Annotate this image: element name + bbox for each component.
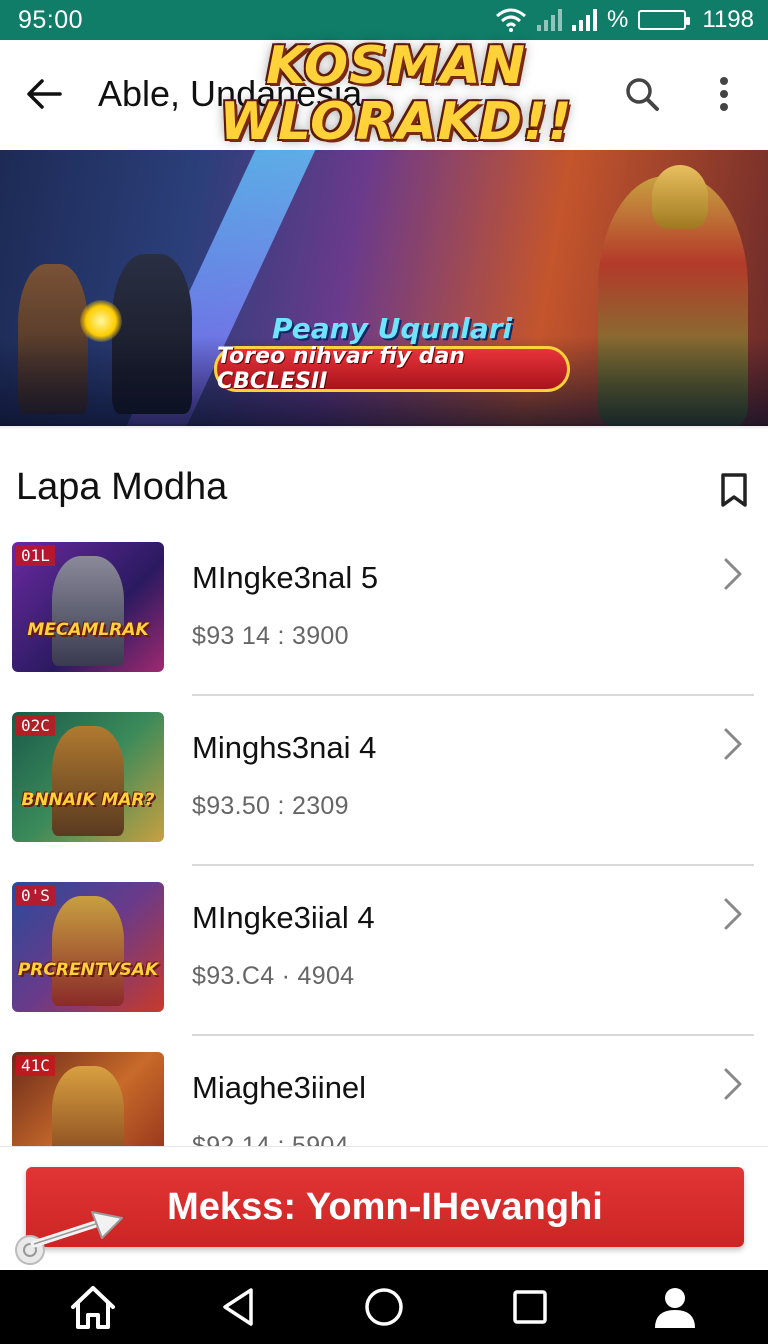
- item-title: MIngke3nal 5: [192, 560, 379, 595]
- thumbnail-badge: 01L: [16, 545, 55, 566]
- back-button[interactable]: [20, 70, 68, 118]
- item-thumbnail: 41C: [12, 1052, 164, 1146]
- system-nav-bar: [0, 1270, 768, 1344]
- bookmark-button[interactable]: [712, 468, 756, 512]
- thumbnail-hero: [52, 896, 124, 1006]
- banner-energy-orb: [80, 300, 122, 342]
- item-subtitle: $92 14 : 5904: [192, 1132, 349, 1146]
- item-subtitle: $93.C4 · 4904: [192, 962, 355, 990]
- item-title: Minghs3nai 4: [192, 730, 377, 765]
- banner-title: KOSMAN WLORAKD!!: [206, 38, 586, 150]
- battery-text: 1198: [702, 6, 754, 33]
- status-time: 95:00: [18, 5, 84, 34]
- list-item[interactable]: 02C BNNAIK MAR? Minghs3nai 4 $93.50 : 23…: [0, 696, 768, 866]
- search-icon: [626, 78, 659, 111]
- thumbnail-badge: 41C: [16, 1055, 55, 1076]
- item-thumbnail: 0'S PRCRENTVSAK: [12, 882, 164, 1012]
- chevron-right-icon: [724, 558, 742, 590]
- banner-title-line1: KOSMAN: [265, 36, 527, 96]
- game-list: 01L MECAMLRAK MIngke3nal 5 $93 14 : 3900…: [0, 526, 768, 1146]
- bookmark-icon: [721, 473, 747, 507]
- signal-icon-secondary: [537, 9, 563, 31]
- square-overview-icon: [512, 1290, 547, 1324]
- nav-profile-button[interactable]: [645, 1277, 705, 1337]
- wifi-icon: [496, 8, 527, 32]
- percent-sign: %: [607, 6, 629, 33]
- item-title: MIngke3iial 4: [192, 900, 375, 935]
- banner-shadow: [0, 424, 768, 430]
- thumbnail-label: BNNAIK MAR?: [21, 790, 155, 810]
- thumbnail-badge: 0'S: [16, 885, 55, 906]
- nav-circle-button[interactable]: [354, 1277, 414, 1337]
- cta-button[interactable]: Mekss: Yomn-IHevanghi: [26, 1167, 744, 1247]
- item-thumbnail: 01L MECAMLRAK: [12, 542, 164, 672]
- chevron-right-icon: [724, 1068, 742, 1100]
- status-bar: 95:00 % 1198: [0, 0, 768, 40]
- thumbnail-label: MECAMLRAK: [27, 620, 149, 640]
- person-icon: [655, 1288, 696, 1328]
- circle-home-icon: [365, 1288, 403, 1326]
- banner-pill: Toreo nihvar fiy dan CBCLESII: [214, 344, 570, 394]
- section-title: Lapa Modha: [16, 466, 228, 508]
- banner-hero-left: [18, 264, 88, 414]
- banner-title-line2: WLORAKD!!: [219, 92, 573, 152]
- pointer-cursor-icon: [15, 1211, 123, 1265]
- thumbnail-hero: [52, 726, 124, 836]
- item-title: Miaghe3iinel: [192, 1070, 367, 1105]
- signal-icon: [572, 9, 598, 31]
- item-thumbnail: 02C BNNAIK MAR?: [12, 712, 164, 842]
- chevron-right-icon: [724, 898, 742, 930]
- item-subtitle: $93 14 : 3900: [192, 622, 349, 650]
- list-item[interactable]: 0'S PRCRENTVSAK MIngke3iial 4 $93.C4 · 4…: [0, 866, 768, 1036]
- nav-overview-button[interactable]: [500, 1277, 560, 1337]
- more-vert-icon: [720, 77, 728, 111]
- chevron-right-icon: [724, 728, 742, 760]
- banner-knight-helmet: [652, 165, 708, 229]
- search-button[interactable]: [618, 70, 666, 118]
- list-item[interactable]: 01L MECAMLRAK MIngke3nal 5 $93 14 : 3900: [0, 526, 768, 696]
- banner-hero-center: [112, 254, 192, 414]
- banner-subtitle: Peany Uqunlari: [272, 312, 513, 345]
- thumbnail-label: PRCRENTVSAK: [17, 960, 159, 980]
- thumbnail-hero: [52, 1066, 124, 1146]
- nav-back-button[interactable]: [208, 1277, 268, 1337]
- item-subtitle: $93.50 : 2309: [192, 792, 349, 820]
- thumbnail-hero: [52, 556, 124, 666]
- more-options-button[interactable]: [700, 70, 748, 118]
- status-icons: % 1198: [495, 6, 754, 34]
- thumbnail-badge: 02C: [16, 715, 55, 736]
- arrow-left-icon: [27, 79, 62, 109]
- triangle-back-icon: [223, 1288, 254, 1326]
- list-item[interactable]: 41C Miaghe3iinel $92 14 : 5904: [0, 1036, 768, 1146]
- nav-home-button[interactable]: [63, 1277, 123, 1337]
- home-icon: [70, 1286, 115, 1329]
- battery-icon: [638, 10, 691, 30]
